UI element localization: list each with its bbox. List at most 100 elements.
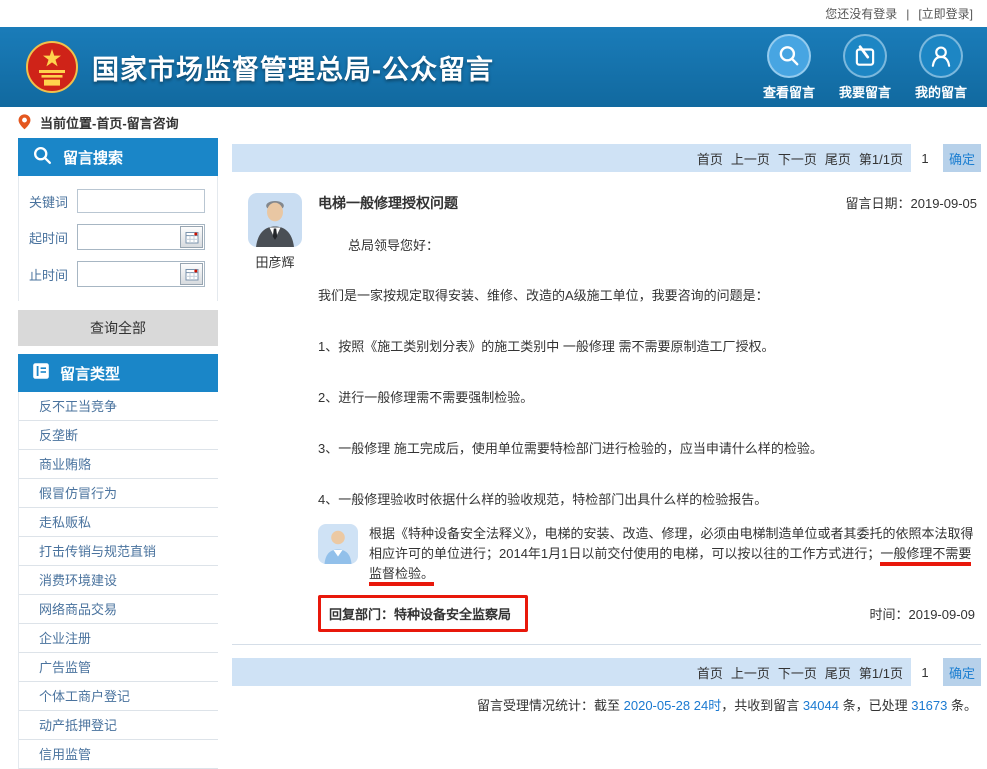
message-panel: 田彦辉 电梯一般修理授权问题 留言日期：2019-09-05 总局领导您好： 我… (232, 181, 981, 645)
message-type-item[interactable]: 反垄断 (19, 421, 218, 450)
search-icon (767, 34, 811, 78)
prev-page-link[interactable]: 上一页 (731, 663, 770, 682)
next-page-link[interactable]: 下一页 (778, 663, 817, 682)
page-info: 第1/1页 (859, 663, 903, 682)
message-date-label: 留言日期： (845, 196, 910, 211)
nav-label: 我的留言 (915, 82, 967, 101)
first-page-link[interactable]: 首页 (697, 149, 723, 168)
content-area: 留言搜索 关键词 起时间 (0, 138, 987, 769)
nav-label: 我要留言 (839, 82, 891, 101)
message-type-item[interactable]: 网络商品交易 (19, 595, 218, 624)
top-utility-bar: 您还没有登录 | [立即登录] (0, 0, 987, 27)
main-area: 首页 上一页 下一页 尾页 第1/1页 确定 (232, 138, 981, 714)
message-type-item[interactable]: 广告监管 (19, 653, 218, 682)
page-number-input[interactable] (913, 659, 937, 685)
start-date-row: 起时间 (29, 224, 205, 250)
message-type-item[interactable]: 消费环境建设 (19, 566, 218, 595)
statistics-line: 留言受理情况统计：截至 2020-05-28 24时，共收到留言 34044 条… (232, 695, 981, 714)
location-pin-icon (16, 113, 33, 133)
confirm-button[interactable]: 确定 (943, 658, 981, 686)
reply-avatar (318, 524, 358, 564)
message-title: 电梯一般修理授权问题 (318, 193, 458, 213)
reply-department-value: 特种设备安全监察局 (394, 607, 511, 622)
stats-mid2: 条，已处理 (839, 698, 911, 713)
stats-cutoff-date: 2020-05-28 24时 (624, 698, 722, 713)
national-emblem-logo (26, 41, 78, 93)
message-greeting: 总局领导您好： (318, 235, 977, 254)
author-name: 田彦辉 (248, 252, 302, 271)
stats-processed-count: 31673 (911, 698, 947, 713)
page-number-input[interactable] (913, 145, 937, 171)
nav-view-messages[interactable]: 查看留言 (757, 34, 821, 101)
stats-suffix: 条。 (947, 698, 977, 713)
sidebar: 留言搜索 关键词 起时间 (18, 138, 218, 769)
prev-page-link[interactable]: 上一页 (731, 149, 770, 168)
message-type-item[interactable]: 商业贿赂 (19, 450, 218, 479)
author-avatar (248, 193, 302, 247)
author-column: 田彦辉 (248, 193, 318, 632)
message-types-panel: 留言类型 反不正当竞争 反垄断 商业贿赂 假冒仿冒行为 走私贩私 打击 (18, 354, 218, 769)
message-title-row: 电梯一般修理授权问题 留言日期：2019-09-05 (318, 193, 977, 213)
breadcrumb-text: 当前位置-首页-留言咨询 (40, 113, 179, 132)
reply-time: 时间：2019-09-09 (869, 604, 975, 623)
pagination-bottom: 首页 上一页 下一页 尾页 第1/1页 确定 (232, 658, 981, 686)
site-title: 国家市场监督管理总局-公众留言 (92, 48, 494, 87)
keyword-row: 关键词 (29, 189, 205, 213)
message-type-item[interactable]: 走私贩私 (19, 508, 218, 537)
reply-department-red-box: 回复部门：特种设备安全监察局 (318, 595, 528, 632)
site-header: 国家市场监督管理总局-公众留言 查看留言 我要留言 (0, 27, 987, 107)
message-intro: 我们是一家按规定取得安装、维修、改造的A级施工单位，我要咨询的问题是： (318, 285, 977, 304)
message-question: 1、按照《施工类别划分表》的施工类别中 一般修理 需不需要原制造工厂授权。 (318, 336, 977, 355)
next-page-link[interactable]: 下一页 (778, 149, 817, 168)
reply-time-label: 时间： (869, 607, 908, 622)
pagination-bar: 首页 上一页 下一页 尾页 第1/1页 (232, 144, 911, 172)
reply-block: 根据《特种设备安全法释义》，电梯的安装、改造、修理，必须由电梯制造单位或者其委托… (318, 524, 977, 584)
nav-my-messages[interactable]: 我的留言 (909, 34, 973, 101)
end-date-calendar-button[interactable] (180, 263, 203, 285)
confirm-button[interactable]: 确定 (943, 144, 981, 172)
nav-write-message[interactable]: 我要留言 (833, 34, 897, 101)
start-date-label: 起时间 (29, 228, 77, 247)
message-type-item[interactable]: 假冒仿冒行为 (19, 479, 218, 508)
login-link[interactable]: [立即登录] (918, 5, 973, 22)
nav-label: 查看留言 (763, 82, 815, 101)
pagination-top: 首页 上一页 下一页 尾页 第1/1页 确定 (232, 144, 981, 172)
keyword-label: 关键词 (29, 192, 77, 211)
message-question: 4、一般修理验收时依据什么样的验收规范，特检部门出具什么样的检验报告。 (318, 489, 977, 508)
first-page-link[interactable]: 首页 (697, 663, 723, 682)
message-type-item[interactable]: 企业注册 (19, 624, 218, 653)
reply-footer: 回复部门：特种设备安全监察局 时间：2019-09-09 (318, 595, 977, 632)
last-page-link[interactable]: 尾页 (825, 149, 851, 168)
end-date-row: 止时间 (29, 261, 205, 287)
types-panel-title: 留言类型 (60, 363, 120, 384)
page-info: 第1/1页 (859, 149, 903, 168)
message-type-item[interactable]: 反不正当竞争 (19, 392, 218, 421)
stats-mid1: ，共收到留言 (721, 698, 803, 713)
types-panel-header: 留言类型 (18, 354, 218, 392)
login-status-text: 您还没有登录 (825, 5, 897, 22)
message-date-value: 2019-09-05 (911, 196, 978, 211)
message-type-item[interactable]: 打击传销与规范直销 (19, 537, 218, 566)
end-date-label: 止时间 (29, 265, 77, 284)
page: 您还没有登录 | [立即登录] 国家市场监督管理总局-公众留言 (0, 0, 987, 769)
search-panel-title: 留言搜索 (63, 147, 123, 168)
last-page-link[interactable]: 尾页 (825, 663, 851, 682)
topbar-separator: | (906, 7, 909, 21)
stats-prefix: 留言受理情况统计：截至 (477, 698, 624, 713)
reply-department-label: 回复部门： (329, 607, 394, 622)
reply-text: 根据《特种设备安全法释义》，电梯的安装、改造、修理，必须由电梯制造单位或者其委托… (369, 524, 974, 584)
message-type-list: 反不正当竞争 反垄断 商业贿赂 假冒仿冒行为 走私贩私 打击传销与规范直销 消费… (18, 392, 218, 769)
breadcrumb: 当前位置-首页-留言咨询 (0, 107, 987, 138)
pagination-bar: 首页 上一页 下一页 尾页 第1/1页 (232, 658, 911, 686)
start-date-calendar-button[interactable] (180, 226, 203, 248)
search-panel-header: 留言搜索 (18, 138, 218, 176)
query-all-button[interactable]: 查询全部 (18, 310, 218, 346)
search-icon (32, 145, 53, 170)
message-question: 3、一般修理 施工完成后，使用单位需要特检部门进行检验的，应当申请什么样的检验。 (318, 438, 977, 457)
message-type-item[interactable]: 动产抵押登记 (19, 711, 218, 740)
stats-received-count: 34044 (803, 698, 839, 713)
message-type-item[interactable]: 个体工商户登记 (19, 682, 218, 711)
keyword-input[interactable] (77, 189, 205, 213)
message-type-item[interactable]: 信用监管 (19, 740, 218, 769)
message-date: 留言日期：2019-09-05 (845, 193, 977, 212)
